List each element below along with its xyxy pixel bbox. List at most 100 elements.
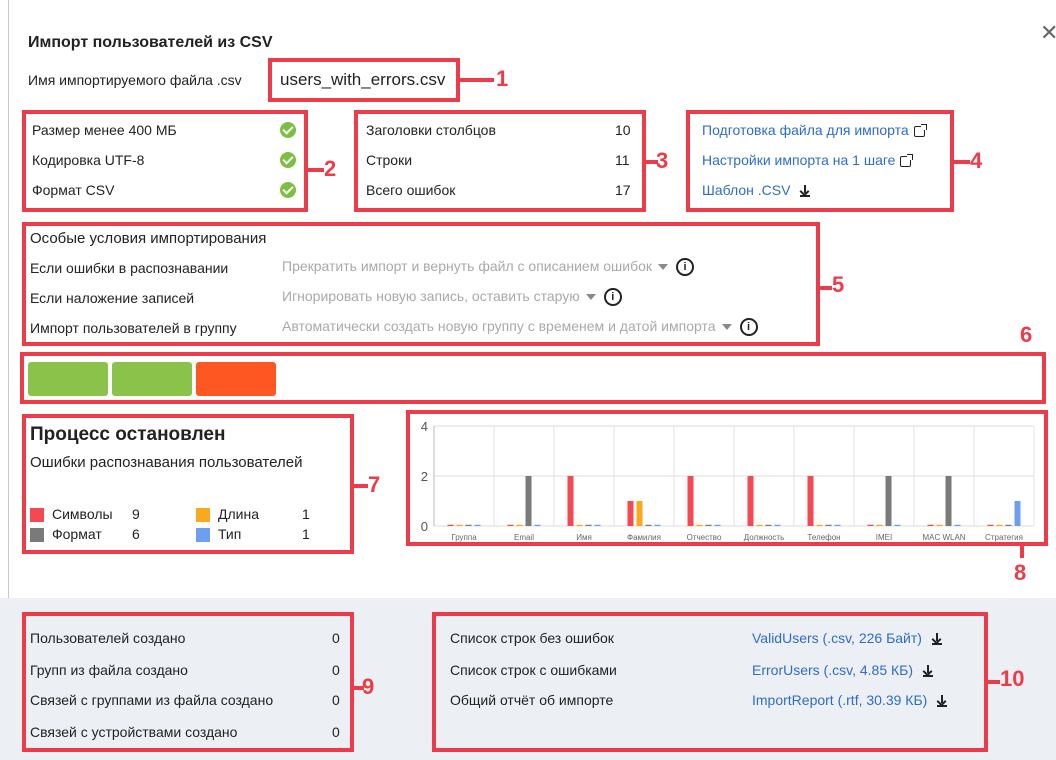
stat-label: Строки	[366, 152, 413, 168]
external-link-icon	[913, 123, 927, 137]
download-import-report[interactable]: ImportReport (.rtf, 30.39 КБ)	[752, 692, 948, 708]
callout-8: 8	[1014, 560, 1027, 585]
download-label: Список строк без ошибок	[450, 630, 614, 646]
download-error-users[interactable]: ErrorUsers (.csv, 4.85 КБ)	[752, 662, 933, 678]
callout-9: 9	[362, 674, 375, 699]
bar	[576, 524, 583, 526]
x-tick-label: IMEI	[876, 533, 892, 542]
check-circle-icon	[280, 182, 296, 198]
legend-swatch	[30, 528, 44, 542]
progress-step-error	[196, 362, 276, 396]
legend-count: 9	[132, 506, 140, 522]
bar	[936, 524, 943, 526]
chevron-down-icon	[658, 264, 669, 271]
callout-line-4	[954, 160, 970, 164]
progress-step-done	[28, 362, 108, 396]
callout-5: 5	[832, 272, 845, 297]
callout-line-2	[308, 168, 324, 172]
external-link-icon	[900, 153, 914, 167]
info-icon[interactable]: i	[676, 258, 695, 277]
legend-count: 1	[302, 526, 310, 542]
result-label: Связей с группами из файла создано	[30, 692, 274, 708]
condition-select-errors[interactable]: Прекратить импорт и вернуть файл с описа…	[282, 258, 695, 277]
bar	[714, 524, 721, 526]
condition-label: Импорт пользователей в группу	[30, 320, 237, 336]
condition-label: Если наложение записей	[30, 290, 195, 306]
bar	[954, 524, 961, 526]
bar	[1014, 501, 1021, 526]
callout-2: 2	[324, 156, 337, 181]
info-icon[interactable]: i	[603, 288, 622, 307]
link-label: Настройки импорта на 1 шаге	[702, 152, 896, 168]
x-tick-label: MAC WLAN	[922, 533, 965, 542]
close-icon[interactable]: ✕	[1040, 20, 1056, 46]
condition-select-overlap[interactable]: Игнорировать новую запись, оставить стар…	[282, 288, 622, 307]
bar	[885, 476, 892, 526]
callout-1: 1	[496, 66, 509, 91]
callout-line-8	[1020, 542, 1024, 558]
download-icon[interactable]	[923, 665, 933, 678]
x-tick-label: Email	[514, 533, 534, 542]
bar	[825, 524, 832, 526]
bar	[774, 524, 781, 526]
y-tick-label: 2	[421, 469, 428, 484]
callout-line-10	[988, 680, 1000, 684]
link-prepare-file[interactable]: Подготовка файла для импорта	[702, 122, 927, 138]
bar	[987, 524, 994, 526]
bar	[834, 524, 841, 526]
download-file: ErrorUsers (.csv, 4.85 КБ)	[752, 662, 913, 678]
status-title: Процесс остановлен	[30, 424, 226, 445]
error-chart: 0 2 4 Группа Email Имя Фамилия Отчество Должност…	[421, 419, 1035, 542]
check-circle-icon	[280, 152, 296, 168]
callout-10: 10	[1000, 666, 1025, 691]
link-csv-template[interactable]: Шаблон .CSV	[702, 182, 811, 198]
callout-4: 4	[970, 148, 983, 173]
download-icon[interactable]	[931, 633, 942, 646]
callout-line-5	[820, 286, 832, 290]
bar	[567, 476, 574, 526]
bar	[456, 524, 463, 526]
link-import-settings[interactable]: Настройки импорта на 1 шаге	[702, 152, 914, 168]
check-label-size: Размер менее 400 МБ	[32, 122, 177, 138]
download-file: ImportReport (.rtf, 30.39 КБ)	[752, 692, 928, 708]
bar	[465, 524, 472, 526]
x-tick-label: Должность	[744, 533, 785, 542]
result-value: 0	[332, 630, 340, 646]
bar	[945, 476, 952, 526]
x-tick-label: Телефон	[807, 533, 840, 542]
condition-select-group[interactable]: Автоматически создать новую группу с вре…	[282, 318, 758, 337]
legend-swatch	[196, 528, 210, 542]
x-tick-label: Фамилия	[627, 533, 661, 542]
legend-name: Формат	[52, 526, 102, 542]
result-value: 0	[332, 662, 340, 678]
bar	[807, 476, 814, 526]
bar	[636, 501, 643, 526]
bar	[996, 524, 1003, 526]
download-label: Список строк с ошибками	[450, 662, 617, 678]
info-icon[interactable]: i	[739, 318, 758, 337]
stat-label: Всего ошибок	[366, 182, 456, 198]
bar	[747, 476, 754, 526]
bar	[765, 524, 772, 526]
chevron-down-icon	[585, 294, 596, 301]
bar	[507, 524, 514, 526]
check-label-encoding: Кодировка UTF-8	[32, 152, 145, 168]
result-label: Пользователей создано	[30, 630, 186, 646]
download-icon[interactable]	[937, 695, 948, 708]
bar	[876, 524, 883, 526]
callout-line-1	[460, 78, 494, 82]
y-tick-label: 4	[421, 419, 428, 434]
file-label: Имя импортируемого файла .csv	[28, 72, 242, 88]
bar	[525, 476, 532, 526]
callout-6: 6	[1020, 322, 1033, 347]
link-label: Подготовка файла для импорта	[702, 122, 909, 138]
bar	[534, 524, 541, 526]
legend-name: Длина	[218, 506, 259, 522]
dialog-title: Импорт пользователей из CSV	[28, 34, 273, 51]
callout-line-7	[354, 484, 368, 488]
condition-label: Если ошибки в распознавании	[30, 260, 229, 276]
legend-swatch	[196, 508, 210, 522]
download-valid-users[interactable]: ValidUsers (.csv, 226 Байт)	[752, 630, 942, 646]
bar	[1005, 524, 1012, 526]
callout-3: 3	[656, 148, 669, 173]
